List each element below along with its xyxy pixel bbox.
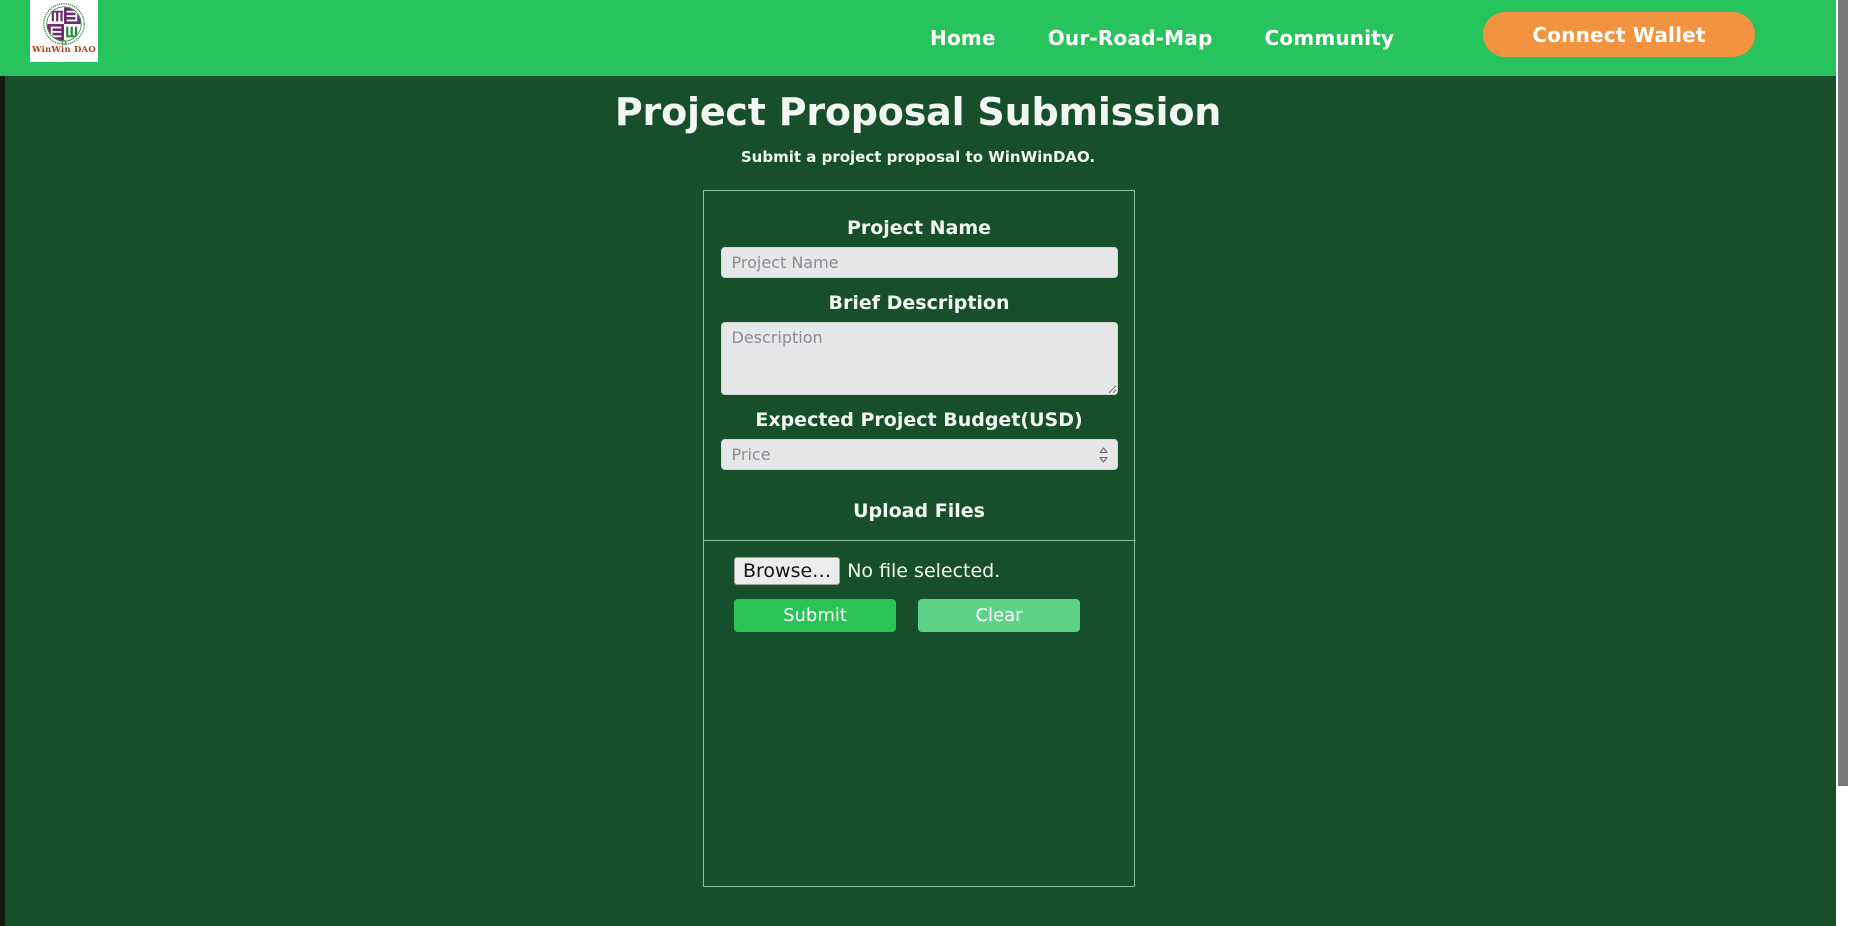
file-selection-status: No file selected.	[847, 560, 1001, 583]
left-edge-strip	[0, 76, 5, 926]
label-expected-budget: Expected Project Budget(USD)	[755, 409, 1083, 431]
proposal-form-body: Project Name Brief Description Expected …	[704, 191, 1136, 633]
scrollbar-thumb[interactable]	[1838, 0, 1848, 786]
logo-caption: WinWin DAO	[32, 45, 96, 55]
budget-input-wrapper	[720, 439, 1118, 470]
expected-budget-input[interactable]	[720, 439, 1118, 470]
label-project-name: Project Name	[846, 217, 992, 239]
clear-button[interactable]: Clear	[918, 599, 1080, 633]
label-brief-description: Brief Description	[828, 292, 1010, 314]
nav-item-community[interactable]: Community	[1264, 26, 1394, 50]
upload-files-heading: Upload Files	[853, 500, 985, 522]
page-scrollbar[interactable]	[1836, 0, 1850, 926]
file-upload-row: Browse… No file selected.	[720, 541, 1118, 586]
nav-item-home[interactable]: Home	[930, 26, 996, 50]
field-project-name: Project Name	[720, 217, 1118, 278]
brief-description-textarea[interactable]	[720, 322, 1118, 395]
connect-wallet-button[interactable]: Connect Wallet	[1483, 12, 1755, 57]
main-navigation: Home Our-Road-Map Community	[930, 0, 1394, 76]
proposal-form-card: Project Name Brief Description Expected …	[703, 190, 1136, 887]
page-title: Project Proposal Submission	[614, 90, 1222, 134]
field-brief-description: Brief Description	[720, 292, 1118, 395]
submit-button[interactable]: Submit	[734, 599, 896, 633]
winwin-dao-logo-icon	[43, 3, 85, 45]
project-name-input[interactable]	[720, 247, 1118, 278]
hero-section: Project Proposal Submission Submit a pro…	[0, 76, 1836, 166]
browse-files-button[interactable]: Browse…	[734, 557, 841, 586]
site-header: WinWin DAO Home Our-Road-Map Community C…	[0, 0, 1836, 76]
page-scroll-container: WinWin DAO Home Our-Road-Map Community C…	[0, 0, 1836, 926]
page-subtitle: Submit a project proposal to WinWinDAO.	[740, 148, 1096, 166]
nav-item-our-road-map[interactable]: Our-Road-Map	[1048, 26, 1213, 50]
site-logo[interactable]: WinWin DAO	[30, 0, 98, 62]
field-expected-budget: Expected Project Budget(USD)	[720, 409, 1118, 470]
form-actions: Submit Clear	[720, 585, 1118, 633]
